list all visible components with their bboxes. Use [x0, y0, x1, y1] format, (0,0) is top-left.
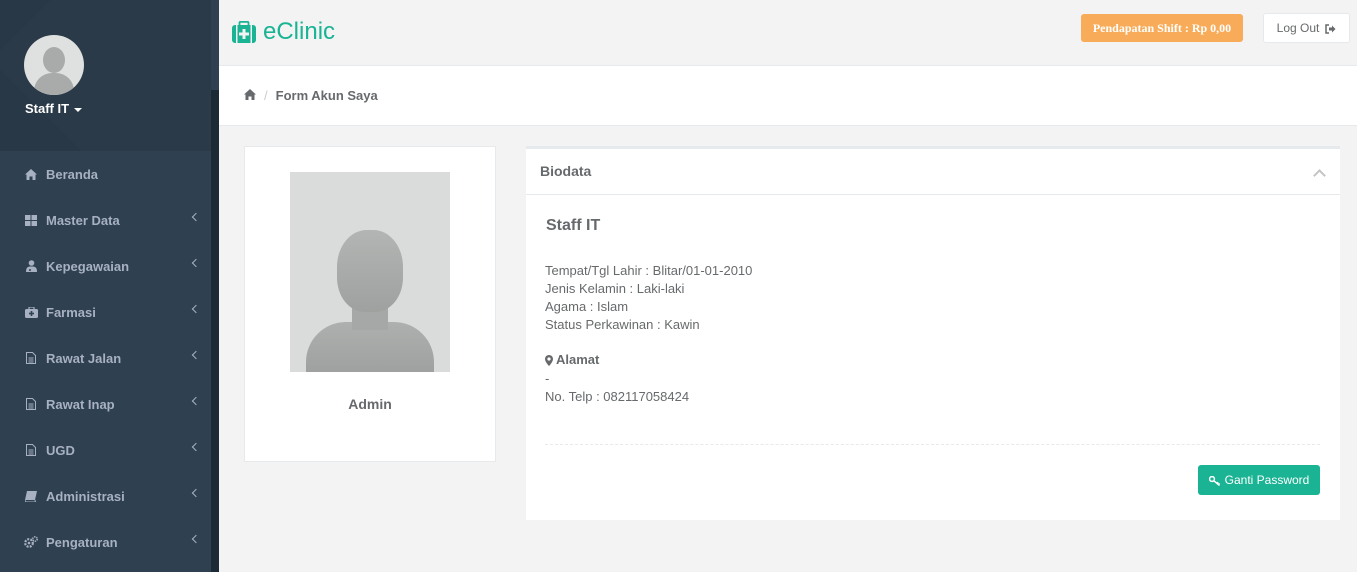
- chevron-left-icon: [191, 212, 201, 222]
- chevron-left-icon: [191, 488, 201, 498]
- address-label-text: Alamat: [556, 352, 600, 367]
- chevron-left-icon: [191, 258, 201, 268]
- sidebar-item-farmasi[interactable]: Farmasi: [0, 289, 211, 335]
- avatar[interactable]: [24, 35, 84, 95]
- sidebar-item-label: Pengaturan: [46, 534, 118, 550]
- logout-label: Log Out: [1276, 21, 1320, 35]
- chevron-left-icon: [191, 442, 201, 452]
- breadcrumb-current: Form Akun Saya: [275, 88, 378, 103]
- sidebar-item-pengaturan[interactable]: Pengaturan: [0, 519, 211, 565]
- home-icon: [24, 167, 38, 181]
- file-text-icon: [24, 443, 38, 457]
- breadcrumb-separator: /: [264, 88, 268, 103]
- biodata-title: Biodata: [540, 163, 592, 179]
- change-password-button[interactable]: Ganti Password: [1198, 465, 1320, 495]
- sidebar-item-kepegawaian[interactable]: Kepegawaian: [0, 243, 211, 289]
- caret-down-icon: [74, 107, 83, 112]
- brand-name: eClinic: [263, 18, 336, 45]
- profile-photo: [290, 172, 450, 372]
- top-navbar: eClinic Pendapatan Shift : Rp 0,00 Log O…: [219, 0, 1357, 66]
- biodata-details: Tempat/Tgl Lahir : Blitar/01-01-2010 Jen…: [545, 262, 752, 334]
- sidebar-item-label: Rawat Inap: [46, 396, 115, 412]
- book-icon: [24, 489, 38, 503]
- shift-income-badge: Pendapatan Shift : Rp 0,00: [1081, 14, 1243, 42]
- file-text-icon: [24, 397, 38, 411]
- brand-logo[interactable]: eClinic: [232, 18, 335, 46]
- divider: [545, 444, 1320, 445]
- profile-dropdown[interactable]: Staff IT: [25, 101, 83, 116]
- sidebar-item-master-data[interactable]: Master Data: [0, 197, 211, 243]
- cogs-icon: [24, 535, 38, 549]
- phone-number: No. Telp : 082117058424: [545, 389, 690, 404]
- sidebar-item-rawat-inap[interactable]: Rawat Inap: [0, 381, 211, 427]
- biodata-header: Biodata: [526, 149, 1340, 195]
- sidebar-item-label: Rawat Jalan: [46, 350, 122, 366]
- sidebar-scrollbar[interactable]: [211, 90, 219, 572]
- sidebar-item-label: UGD: [46, 442, 75, 458]
- medkit-icon: [24, 305, 38, 319]
- address-label: Alamat: [545, 352, 599, 367]
- sidebar-item-administrasi[interactable]: Administrasi: [0, 473, 211, 519]
- profile-photo-card: Admin: [244, 146, 496, 462]
- sidebar-item-label: Farmasi: [46, 304, 96, 320]
- sidebar-item-label: Kepegawaian: [46, 258, 130, 274]
- chevron-left-icon: [191, 304, 201, 314]
- chevron-left-icon: [191, 534, 201, 544]
- home-icon[interactable]: [244, 88, 256, 103]
- gender: Jenis Kelamin : Laki-laki: [545, 281, 685, 296]
- sidebar: Staff IT Beranda Master Data Kepegawaian: [0, 0, 219, 572]
- chevron-left-icon: [191, 350, 201, 360]
- address-value: -: [545, 371, 550, 386]
- chevron-left-icon: [191, 396, 201, 406]
- user-md-icon: [24, 259, 38, 273]
- marital-status: Status Perkawinan : Kawin: [545, 317, 700, 332]
- map-marker-icon: [545, 354, 553, 366]
- religion: Agama : Islam: [545, 299, 629, 314]
- sidebar-item-beranda[interactable]: Beranda: [0, 151, 211, 197]
- profile-name: Staff IT: [25, 101, 70, 116]
- file-text-icon: [24, 351, 38, 365]
- chevron-up-icon[interactable]: [1313, 169, 1326, 182]
- sidebar-item-ugd[interactable]: UGD: [0, 427, 211, 473]
- th-large-icon: [24, 213, 38, 227]
- biodata-name: Staff IT: [546, 217, 601, 234]
- sidebar-item-label: Beranda: [46, 166, 99, 182]
- sidebar-item-label: Master Data: [46, 212, 120, 228]
- profile-role-name: Admin: [348, 396, 392, 412]
- birth-place-date: Tempat/Tgl Lahir : Blitar/01-01-2010: [545, 263, 753, 278]
- key-icon: [1208, 475, 1221, 487]
- sign-out-icon: [1325, 23, 1336, 34]
- medkit-icon: [232, 20, 256, 43]
- sidebar-item-label: Administrasi: [46, 488, 125, 504]
- logout-button[interactable]: Log Out: [1263, 13, 1350, 43]
- sidebar-nav: Beranda Master Data Kepegawaian Farmasi: [0, 151, 211, 565]
- sidebar-item-rawat-jalan[interactable]: Rawat Jalan: [0, 335, 211, 381]
- breadcrumb-bar: / Form Akun Saya: [219, 66, 1357, 126]
- breadcrumb: / Form Akun Saya: [244, 88, 378, 103]
- sidebar-profile: Staff IT: [0, 0, 211, 151]
- biodata-panel: Biodata Staff IT Tempat/Tgl Lahir : Blit…: [526, 146, 1340, 520]
- change-password-label: Ganti Password: [1224, 473, 1310, 487]
